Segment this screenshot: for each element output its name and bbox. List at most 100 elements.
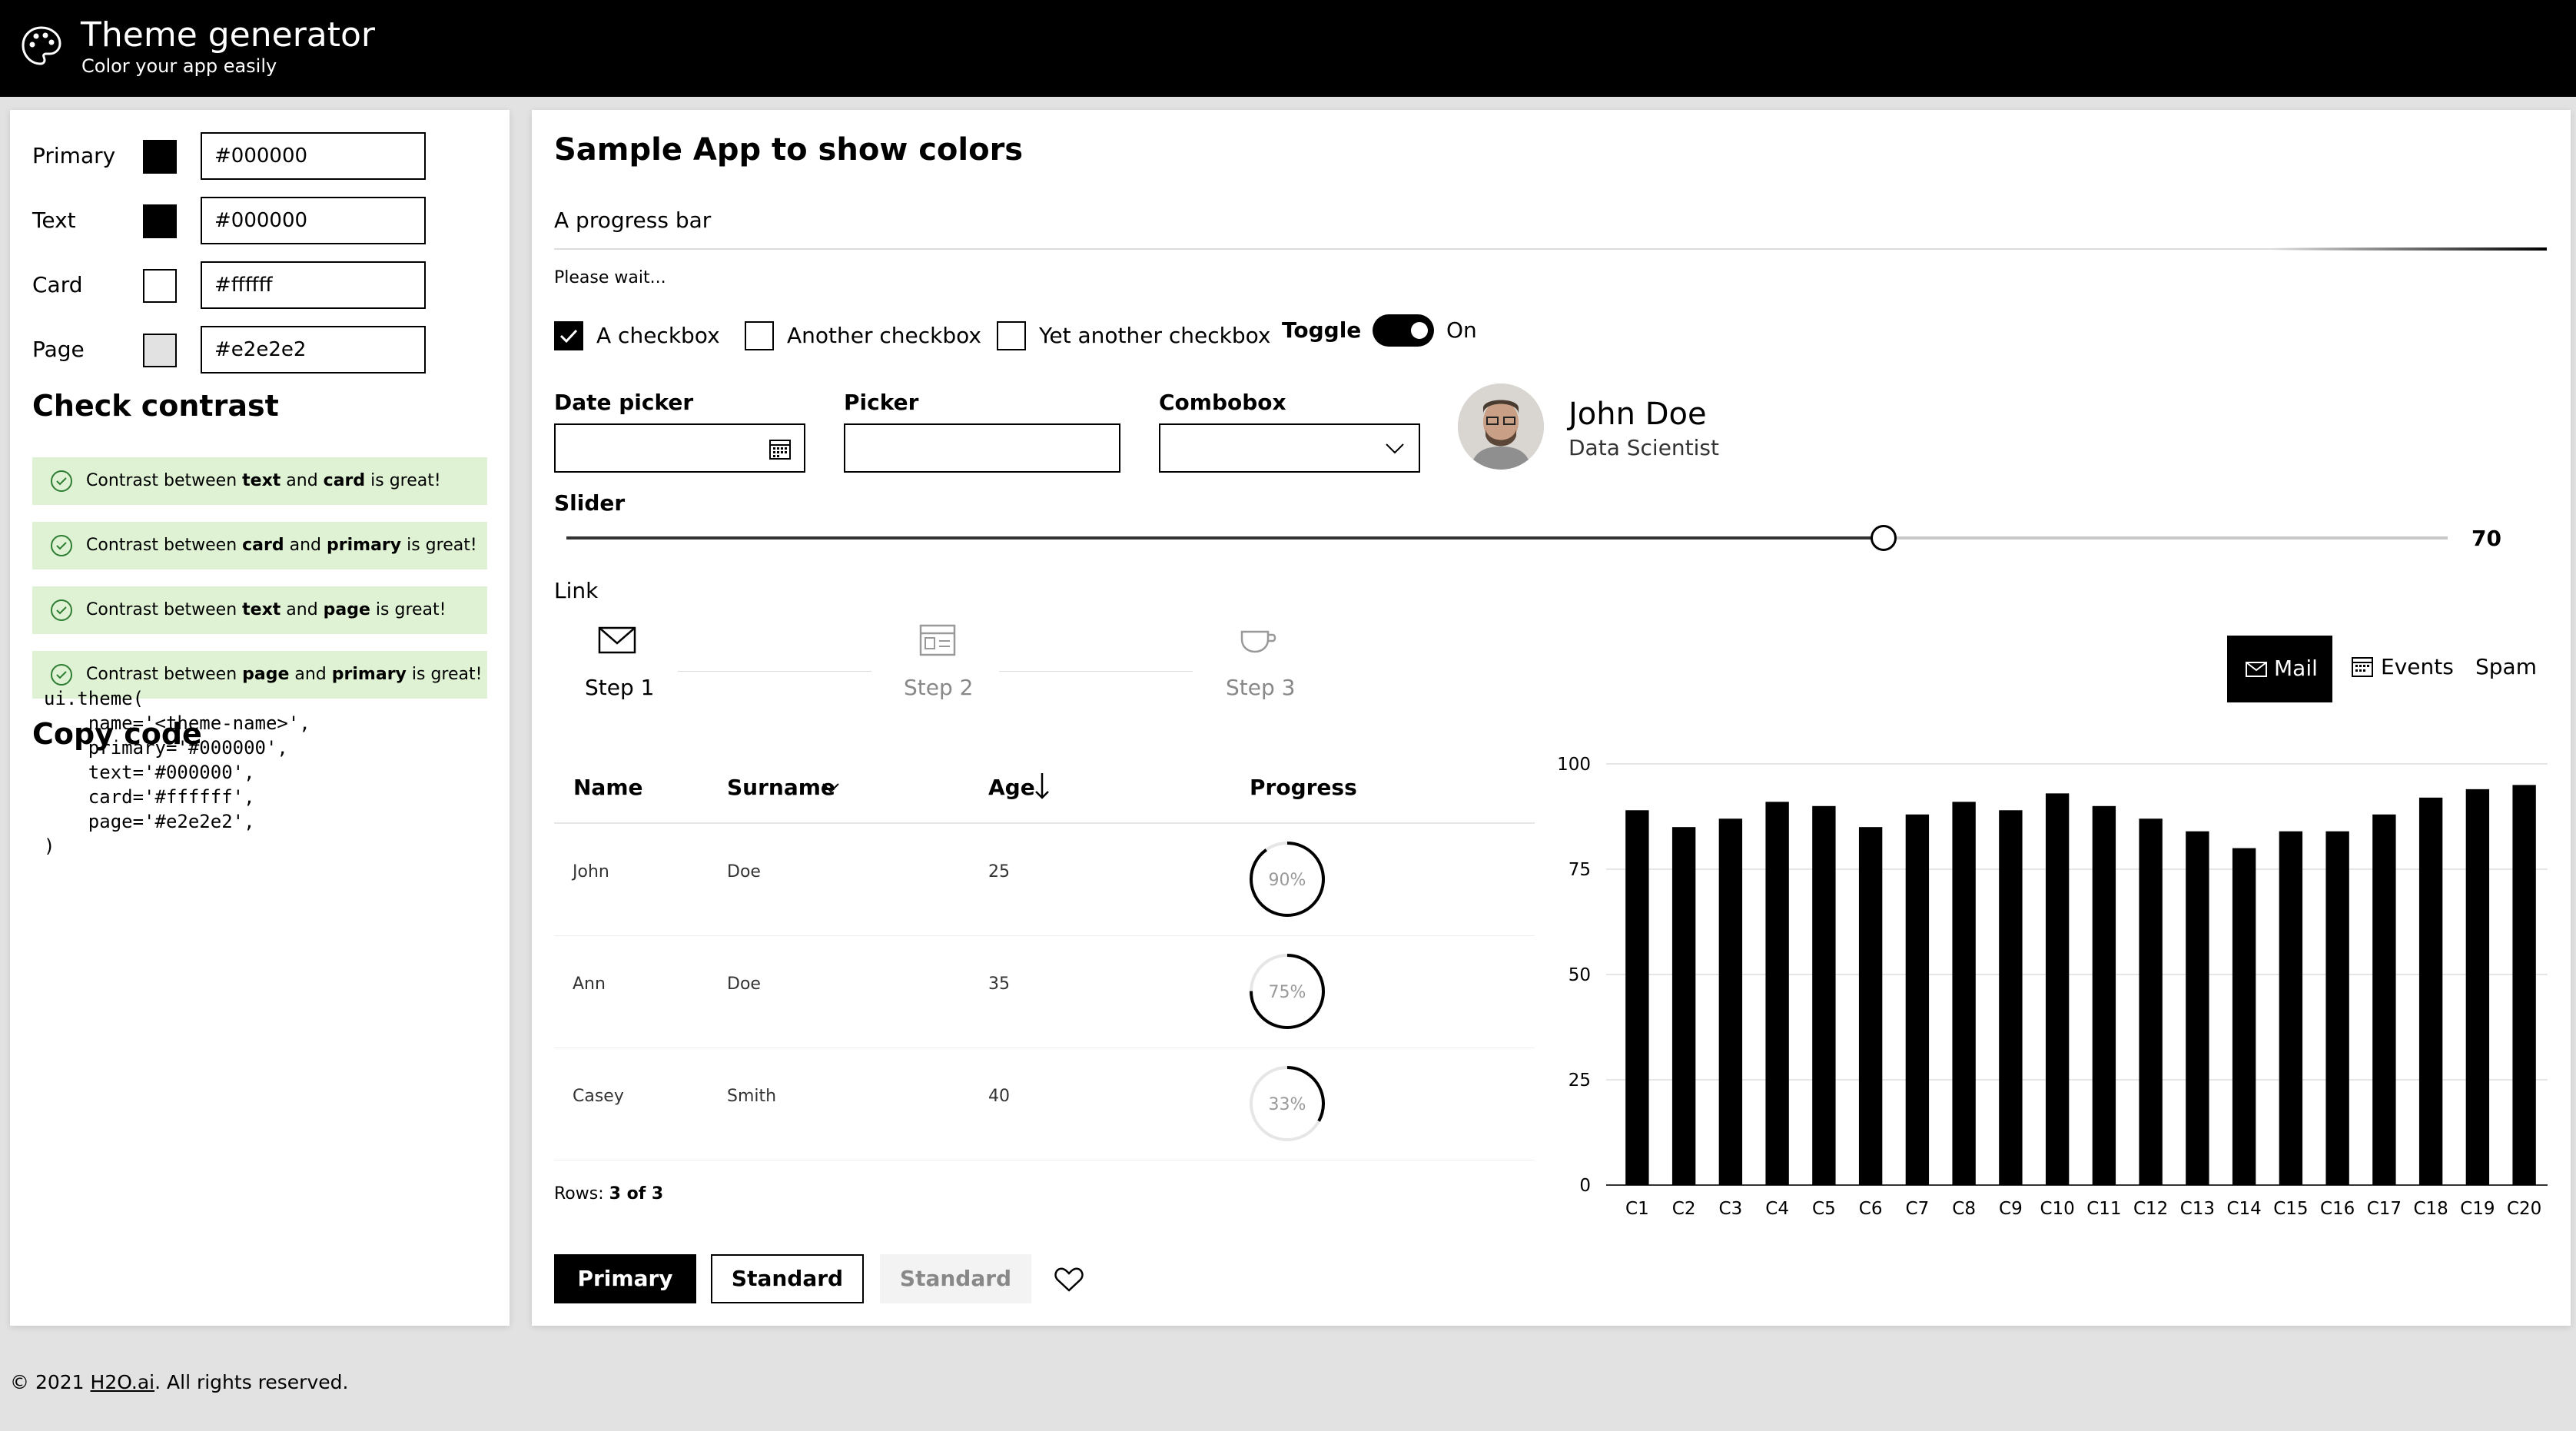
tab-label: Mail xyxy=(2274,656,2318,681)
step-connector xyxy=(678,671,871,672)
mail-icon xyxy=(598,626,636,654)
chart-bar[interactable] xyxy=(2279,831,2303,1185)
chart-bar[interactable] xyxy=(2045,793,2070,1185)
calendar-icon[interactable] xyxy=(768,437,792,460)
chevron-down-icon[interactable] xyxy=(822,781,840,795)
arrow-down-icon[interactable] xyxy=(1034,772,1050,801)
text-color-input[interactable] xyxy=(201,197,426,244)
checkbox[interactable] xyxy=(554,321,583,350)
chevron-down-icon xyxy=(1386,443,1404,454)
column-header-name[interactable]: Name xyxy=(573,775,643,801)
tab-events[interactable]: Events xyxy=(2352,636,2454,702)
chart-bar[interactable] xyxy=(2465,789,2490,1185)
progress-track xyxy=(554,247,2547,251)
chart-bar[interactable] xyxy=(2325,831,2349,1185)
checkbox-label[interactable]: A checkbox xyxy=(596,323,720,349)
slider-track[interactable] xyxy=(566,525,2448,551)
picker-input[interactable] xyxy=(844,423,1120,473)
cell-age: 25 xyxy=(988,862,1010,882)
table-row[interactable]: Casey Smith 40 33% xyxy=(554,1048,1535,1160)
color-swatch[interactable] xyxy=(143,334,177,367)
x-tick-label: C4 xyxy=(1765,1199,1789,1219)
combobox-label: Combobox xyxy=(1159,390,1286,415)
checkbox-label[interactable]: Another checkbox xyxy=(787,323,981,349)
persona-name: John Doe xyxy=(1569,397,1707,432)
step-connector xyxy=(999,671,1193,672)
color-swatch[interactable] xyxy=(143,269,177,303)
x-tick-label: C18 xyxy=(2413,1199,2448,1219)
step-label[interactable]: Step 3 xyxy=(1226,675,1295,701)
chart-bar[interactable] xyxy=(1765,802,1789,1185)
cell-age: 35 xyxy=(988,974,1010,994)
code-block[interactable]: ui.theme( name='<theme-name>', primary='… xyxy=(44,686,310,858)
chart-bar[interactable] xyxy=(2512,785,2536,1185)
slider-thumb[interactable] xyxy=(1870,525,1897,551)
table-row[interactable]: John Doe 25 90% xyxy=(554,824,1535,936)
standard-button[interactable]: Standard xyxy=(711,1254,864,1303)
toggle-switch[interactable] xyxy=(1373,314,1434,347)
primary-color-input[interactable] xyxy=(201,132,426,180)
chart-bar[interactable] xyxy=(2092,805,2116,1185)
chart-bar[interactable] xyxy=(1905,814,1930,1185)
color-row-card: Card xyxy=(32,261,493,309)
x-tick-label: C6 xyxy=(1859,1199,1883,1219)
chart-bar[interactable] xyxy=(2139,818,2163,1185)
card-color-input[interactable] xyxy=(201,261,426,309)
primary-button[interactable]: Primary xyxy=(554,1254,696,1303)
chart-bar[interactable] xyxy=(1812,805,1836,1185)
chart-bar[interactable] xyxy=(2186,831,2209,1185)
date-picker-input[interactable] xyxy=(554,423,805,473)
date-picker-label: Date picker xyxy=(554,390,694,415)
theme-settings-card: Primary Text Card Page Check contrast Co… xyxy=(10,110,510,1326)
palette-icon xyxy=(22,26,61,65)
tab-spam[interactable]: Spam xyxy=(2475,654,2537,680)
bar-chart: 0 25 50 75 100 C1 C2 C3 C4 C5 C6 C7 C8 C9 C10 C11 C12 C13… xyxy=(1557,755,2548,1219)
slider-value: 70 xyxy=(2471,526,2501,551)
chart-bar[interactable] xyxy=(1671,827,1696,1185)
step-label[interactable]: Step 2 xyxy=(904,675,973,701)
column-header-surname[interactable]: Surname xyxy=(727,775,835,801)
progress-indicator xyxy=(2270,247,2547,251)
cell-name: Casey xyxy=(573,1087,624,1106)
page-color-input[interactable] xyxy=(201,326,426,374)
contrast-message: Contrast between card and primary is gre… xyxy=(32,522,487,569)
svg-text:75%: 75% xyxy=(1269,983,1306,1002)
chart-bar[interactable] xyxy=(1999,810,2023,1185)
cell-surname: Doe xyxy=(727,974,761,994)
column-header-age[interactable]: Age xyxy=(988,775,1035,801)
slider-fill xyxy=(566,536,1884,540)
contrast-message: Contrast between text and card is great! xyxy=(32,457,487,505)
x-tick-label: C7 xyxy=(1906,1199,1930,1219)
color-swatch[interactable] xyxy=(143,204,177,238)
chart-bar[interactable] xyxy=(1952,802,1976,1185)
table-row[interactable]: Ann Doe 35 75% xyxy=(554,936,1535,1048)
x-tick-label: C15 xyxy=(2273,1199,2308,1219)
checkbox[interactable] xyxy=(997,321,1026,350)
svg-text:90%: 90% xyxy=(1269,871,1306,890)
chart-bar[interactable] xyxy=(1625,810,1649,1185)
chart-bar[interactable] xyxy=(1858,827,1883,1185)
heart-icon[interactable] xyxy=(1054,1267,1084,1293)
link[interactable]: Link xyxy=(554,578,598,604)
sample-title: Sample App to show colors xyxy=(554,132,1024,168)
progress-ring: 75% xyxy=(1250,954,1325,1029)
chart-bar[interactable] xyxy=(1718,818,1743,1185)
chart-bar[interactable] xyxy=(2232,848,2256,1185)
mail-icon xyxy=(2246,662,2267,677)
check-circle-icon xyxy=(51,599,72,621)
cell-name: Ann xyxy=(573,974,606,994)
cell-name: John xyxy=(573,862,609,882)
step-label[interactable]: Step 1 xyxy=(585,675,654,701)
chart-bar[interactable] xyxy=(2372,814,2396,1185)
footer-link[interactable]: H2O.ai xyxy=(91,1371,155,1393)
checkbox-label[interactable]: Yet another checkbox xyxy=(1039,323,1270,349)
x-tick-label: C1 xyxy=(1625,1199,1649,1219)
calendar-icon xyxy=(2352,657,2373,677)
color-swatch[interactable] xyxy=(143,140,177,174)
combobox[interactable] xyxy=(1159,423,1420,473)
table-header: Name Surname Age Progress xyxy=(554,764,1535,824)
checkmark-icon xyxy=(559,329,578,344)
checkbox[interactable] xyxy=(745,321,774,350)
tab-mail[interactable]: Mail xyxy=(2227,636,2332,702)
chart-bar[interactable] xyxy=(2418,797,2443,1185)
